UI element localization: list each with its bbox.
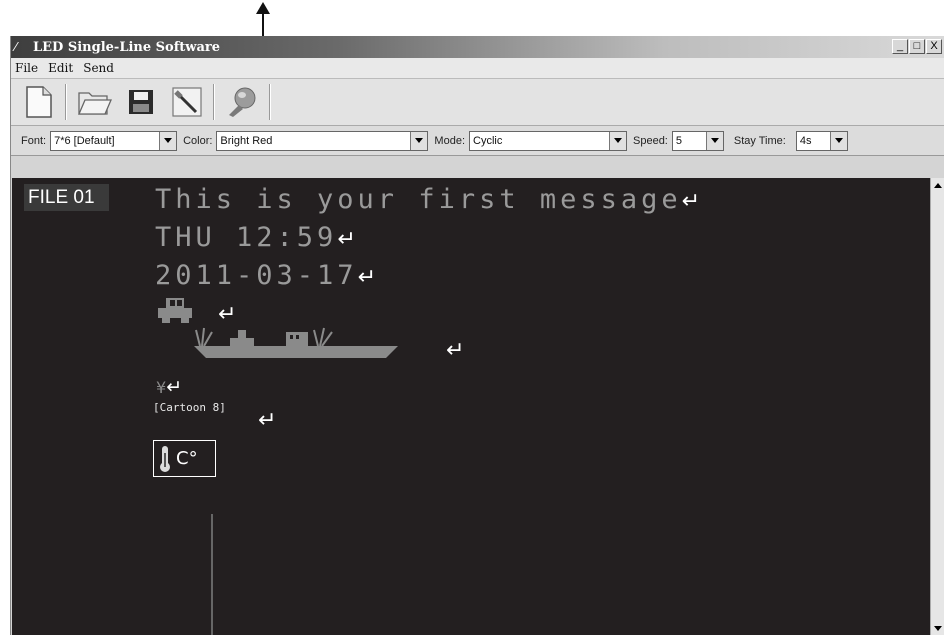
chevron-down-icon[interactable] [609,131,626,150]
window-title: LED Single-Line Software [33,39,221,55]
arrow-up-icon [934,182,942,188]
menu-bar: File Edit Send [11,58,944,78]
message-editor[interactable]: FILE 01 This is your first message↵ THU … [12,178,931,635]
font-label: Font: [21,134,47,147]
stay-time-label: Stay Time: [733,134,786,147]
toolbar-separator [65,84,67,120]
return-icon: ↵ [258,408,277,433]
toolbar-separator [269,84,271,120]
callout-pointer-line [211,514,213,635]
yen-icon: ¥ [156,378,167,397]
floppy-disk-icon [129,90,153,114]
toolbar-separator [213,84,215,120]
chevron-down-icon[interactable] [829,131,847,150]
app-window: ⁄ LED Single-Line Software _ □ X File Ed… [10,36,944,635]
stay-time-value: 4s [799,134,812,147]
mode-select[interactable]: Cyclic [469,130,627,151]
close-button[interactable]: X [926,39,942,54]
stay-time-select[interactable]: 4s [795,130,848,151]
message-line-3: 2011-03-17↵ [155,260,376,291]
file-label: FILE 01 [24,184,109,211]
yen-symbol: ¥↵ [156,376,182,398]
return-icon: ↵ [681,189,701,214]
send-globe-icon [229,87,256,117]
send-button[interactable] [223,82,263,122]
speed-label: Speed: [633,134,668,147]
thermometer-icon [160,445,170,472]
speed-value: 5 [675,134,682,147]
color-label: Color: [183,134,213,147]
font-select[interactable]: 7*6 [Default] [50,130,178,151]
toolbar [11,78,944,126]
color-value: Bright Red [220,134,273,147]
open-folder-icon [78,92,112,115]
window-controls: _ □ X [892,39,942,54]
menu-file[interactable]: File [15,61,38,75]
scroll-up-button[interactable] [931,178,944,192]
color-select[interactable]: Bright Red [216,130,429,151]
message-line-3-text: 2011-03-17 [155,260,358,291]
return-icon: ↵ [357,265,376,290]
vertical-scrollbar[interactable] [930,178,944,635]
menu-send[interactable]: Send [83,61,114,75]
chevron-down-icon[interactable] [159,131,177,150]
arrow-down-icon [934,625,942,631]
save-button[interactable] [121,82,161,122]
options-bar: Font: 7*6 [Default] Color: Bright Red Mo… [11,126,944,156]
scroll-down-button[interactable] [931,621,944,635]
chevron-down-icon[interactable] [705,131,723,150]
message-line-1: This is your first message↵ [155,184,700,215]
menu-edit[interactable]: Edit [48,61,73,75]
figure: ⁄ LED Single-Line Software _ □ X File Ed… [0,0,944,635]
mode-label: Mode: [434,134,465,147]
message-line-2-text: THU 12:59 [155,222,338,253]
font-value: 7*6 [Default] [54,134,115,147]
return-icon: ↵ [337,227,356,252]
new-file-button[interactable] [19,82,59,122]
settings-button[interactable] [167,82,207,122]
title-bar[interactable]: ⁄ LED Single-Line Software _ □ X [11,36,944,58]
ship-icon [194,327,398,358]
message-line-1-text: This is your first message [155,184,682,215]
car-icon [158,298,192,323]
message-line-2: THU 12:59↵ [155,222,356,253]
screwdriver-icon [172,87,202,117]
new-file-icon [26,86,52,118]
cartoon-label: [Cartoon 8] [153,401,226,414]
maximize-button[interactable]: □ [909,39,925,54]
temperature-unit: C° [176,448,198,469]
minimize-button[interactable]: _ [892,39,908,54]
mode-value: Cyclic [473,134,503,147]
chevron-down-icon[interactable] [410,131,428,150]
app-icon: ⁄ [15,39,18,54]
open-file-button[interactable] [75,82,115,122]
return-icon: ↵ [446,338,465,363]
speed-select[interactable]: 5 [671,130,724,151]
return-icon: ↵ [166,376,183,398]
temperature-block: C° [153,440,216,477]
